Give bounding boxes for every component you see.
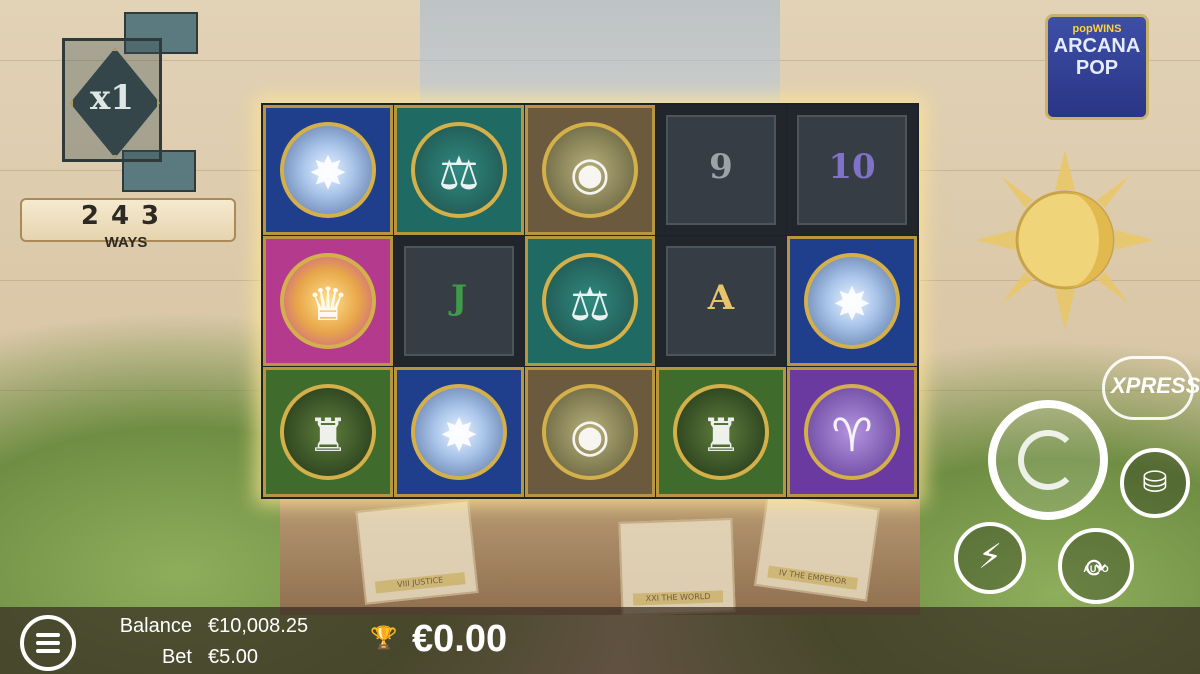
logo-line1: ARCANA — [1053, 35, 1141, 57]
ways-scroll: 243 WAYS — [20, 198, 236, 251]
tarot-card: IV THE EMPEROR — [754, 492, 880, 602]
symbol-star: ✸ — [394, 367, 524, 497]
symbol-10: 10 — [787, 105, 917, 235]
symbol-libra: ⚖ — [525, 236, 655, 366]
crown-icon: ♛ — [307, 277, 349, 331]
balance-label: Balance — [119, 615, 192, 637]
symbol-label: 10 — [828, 147, 876, 187]
tower-icon: ♜ — [307, 408, 349, 462]
reel-grid: ✸ ⚖ ◉ 9 10 ♛ J ⚖ A ✸ ♜ ✸ ◉ ♜ ♈ — [261, 103, 919, 499]
globe-icon: ◉ — [569, 408, 611, 462]
multiplier-badge: x1 — [62, 12, 198, 192]
multiplier-value: x1 — [90, 78, 134, 118]
symbol-devil: ♈ — [787, 367, 917, 497]
spin-icon — [1018, 430, 1078, 490]
symbol-a: A — [656, 236, 786, 366]
bet-label: Bet — [161, 646, 192, 668]
symbol-princess: ♛ — [263, 236, 393, 366]
xpress-button[interactable]: XPRESS — [1102, 356, 1200, 420]
tarot-card-caption: XXI THE WORLD — [632, 590, 724, 606]
menu-line — [36, 649, 60, 653]
symbol-star: ✸ — [787, 236, 917, 366]
symbol-tower: ♜ — [263, 367, 393, 497]
symbol-tower: ♜ — [656, 367, 786, 497]
symbol-label: 9 — [709, 147, 733, 187]
star-icon: ✸ — [439, 408, 479, 462]
background-window — [420, 0, 780, 110]
autoplay-label: AUTO — [1083, 564, 1109, 574]
symbol-label: J — [450, 278, 468, 318]
ways-count: 243 — [80, 201, 172, 231]
bet-button[interactable]: ⛁ — [1120, 448, 1190, 518]
tarot-card: XXI THE WORLD — [618, 518, 736, 616]
tower-icon: ♜ — [700, 408, 742, 462]
turbo-button[interactable]: ⚡ — [954, 522, 1026, 594]
ways-label: WAYS — [104, 234, 148, 251]
symbol-9: 9 — [656, 105, 786, 235]
spin-button[interactable] — [988, 400, 1108, 520]
scales-icon: ⚖ — [569, 277, 611, 331]
menu-line — [36, 633, 60, 637]
symbol-label: A — [707, 278, 735, 318]
logo-line2: POP — [1075, 57, 1119, 79]
menu-button[interactable] — [20, 615, 76, 671]
tarot-card-caption: IV THE EMPEROR — [767, 565, 859, 590]
balance-value: €10,008.25 — [208, 615, 309, 637]
symbol-libra: ⚖ — [394, 105, 524, 235]
win-value: €0.00 — [412, 618, 508, 660]
symbol-j: J — [394, 236, 524, 366]
tarot-card-caption: VIII JUSTICE — [374, 572, 466, 594]
symbol-world: ◉ — [525, 367, 655, 497]
goat-icon: ♈ — [831, 408, 873, 462]
star-icon: ✸ — [308, 146, 348, 200]
symbol-star: ✸ — [263, 105, 393, 235]
coin-stack-icon: ⛁ — [1142, 465, 1168, 500]
logo-brand: popWINS — [1072, 23, 1122, 35]
autoplay-button[interactable]: ⟳ AUTO — [1058, 528, 1134, 604]
globe-icon: ◉ — [569, 146, 611, 200]
game-logo: popWINS ARCANA POP — [1045, 14, 1149, 120]
sun-moon-icon — [975, 150, 1155, 330]
bet-value: €5.00 — [208, 646, 259, 668]
menu-line — [36, 641, 60, 645]
symbol-world: ◉ — [525, 105, 655, 235]
trophy-icon: 🏆 — [370, 626, 398, 651]
xpress-label: XPRESS — [1111, 373, 1200, 398]
lightning-icon: ⚡ — [978, 537, 1002, 577]
star-icon: ✸ — [832, 277, 872, 331]
scales-icon: ⚖ — [438, 146, 480, 200]
tarot-card: VIII JUSTICE — [355, 499, 479, 605]
